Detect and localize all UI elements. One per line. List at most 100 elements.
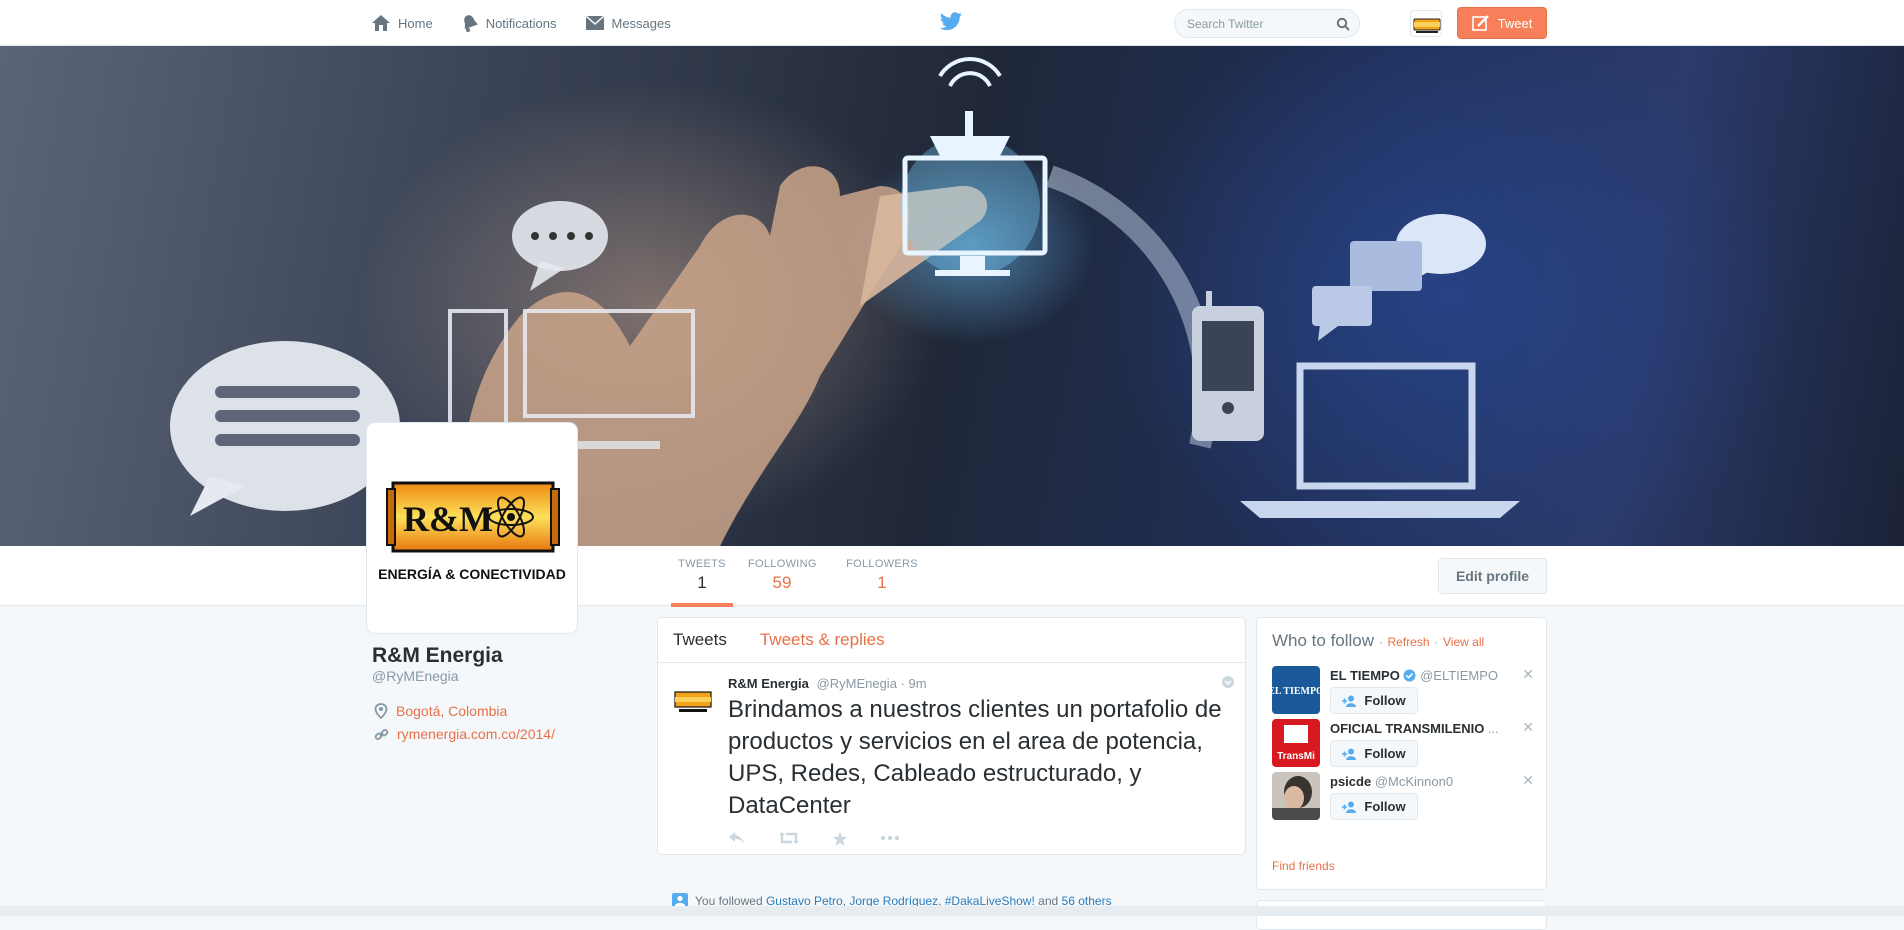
suggestion-item: psicde @McKinnon0 ✕ Follow — [1272, 772, 1537, 822]
suggestion-name-text: OFICIAL TRANSMILENIO — [1330, 721, 1485, 736]
stat-following[interactable]: FOLLOWING 59 — [748, 558, 816, 593]
star-icon — [833, 832, 847, 846]
psicde-avatar — [1272, 772, 1320, 820]
link-icon — [374, 728, 389, 740]
nav-home[interactable]: Home — [371, 14, 433, 32]
tab-tweets-and-replies[interactable]: Tweets & replies — [760, 630, 885, 650]
transmilenio-avatar: TransMi — [1272, 719, 1320, 767]
dismiss-suggestion-icon[interactable]: ✕ — [1522, 666, 1534, 683]
stat-tweets-label: TWEETS — [678, 558, 726, 570]
suggestion-name[interactable]: OFICIAL TRANSMILENIO ... — [1330, 721, 1515, 736]
ellipsis-icon — [880, 835, 900, 841]
profile-nav-bar: TWEETS 1 FOLLOWING 59 FOLLOWERS 1 — [0, 546, 1904, 607]
who-to-follow-card: Who to follow · Refresh · View all EL TI… — [1256, 617, 1547, 890]
envelope-icon — [585, 15, 604, 30]
top-navigation-bar: Home Notifications Messages Tweet — [0, 0, 1904, 46]
reply-icon — [729, 832, 744, 844]
separator-dot: · — [1378, 635, 1383, 649]
search-icon[interactable] — [1336, 17, 1350, 31]
rm-logo-small — [674, 691, 712, 712]
profile-header-image — [0, 46, 1904, 546]
tweet-author-handle[interactable]: @RyMEnegia — [817, 676, 897, 691]
stat-tweets[interactable]: TWEETS 1 — [671, 558, 733, 607]
follow-button[interactable]: Follow — [1330, 740, 1418, 767]
account-avatar[interactable] — [1410, 10, 1442, 37]
suggestion-avatar[interactable]: EL TIEMPO — [1272, 666, 1320, 714]
logo-subtext: ENERGÍA & CONECTIVIDAD — [378, 566, 566, 582]
nav-messages-label: Messages — [611, 15, 671, 31]
separator-dot: · — [1434, 635, 1439, 649]
dismiss-suggestion-icon[interactable]: ✕ — [1522, 719, 1534, 736]
nav-notifications[interactable]: Notifications — [461, 14, 557, 32]
primary-nav: Home Notifications Messages — [371, 0, 699, 46]
tab-tweets[interactable]: Tweets — [673, 630, 727, 650]
profile-name[interactable]: R&M Energia — [372, 644, 503, 668]
suggestion-avatar[interactable] — [1272, 772, 1320, 820]
rm-energia-logo: R&M ENERGÍA & CONECTIVIDAD — [378, 481, 566, 582]
profile-location-text[interactable]: Bogotá, Colombia — [396, 703, 507, 719]
who-to-follow-title: Who to follow — [1272, 631, 1375, 650]
find-friends-link[interactable]: Find friends — [1272, 859, 1335, 873]
favorite-button[interactable] — [832, 831, 848, 847]
nav-messages[interactable]: Messages — [585, 15, 671, 31]
suggestion-avatar[interactable]: TransMi — [1272, 719, 1320, 767]
tweet-timestamp[interactable]: · 9m — [901, 676, 927, 691]
suggestion-name[interactable]: psicde @McKinnon0 — [1330, 774, 1515, 789]
search-input[interactable] — [1175, 10, 1325, 37]
stat-followers-value: 1 — [877, 573, 887, 592]
edit-profile-button[interactable]: Edit profile — [1438, 558, 1547, 594]
rm-logo-mini — [1413, 18, 1441, 33]
nav-notifications-label: Notifications — [485, 15, 557, 31]
tweet-author-avatar[interactable] — [673, 680, 713, 720]
tweet-actions — [728, 831, 1230, 847]
retweet-icon — [779, 832, 799, 844]
compose-tweet-button[interactable]: Tweet — [1457, 7, 1547, 39]
tweet-text: Brindamos a nuestros clientes un portafo… — [728, 696, 1222, 819]
add-user-icon — [1342, 748, 1357, 760]
twitter-bird-icon[interactable] — [939, 12, 963, 32]
avatar-text: TransMi — [1277, 751, 1315, 762]
stat-following-label: FOLLOWING — [748, 558, 817, 570]
stat-following-value: 59 — [772, 573, 792, 592]
stat-tweets-value: 1 — [697, 573, 707, 592]
reply-button[interactable] — [728, 831, 746, 847]
bell-icon — [463, 15, 478, 32]
refresh-link[interactable]: Refresh — [1388, 635, 1430, 649]
follow-button[interactable]: Follow — [1330, 793, 1418, 820]
follow-button[interactable]: Follow — [1330, 687, 1418, 714]
suggestion-item: EL TIEMPO EL TIEMPO @ELTIEMPO ✕ Follow — [1272, 666, 1537, 716]
timeline-card: Tweets Tweets & replies R&M Energia @RyM… — [657, 617, 1246, 855]
add-user-icon — [1342, 801, 1357, 813]
nav-home-label: Home — [398, 15, 433, 31]
el-tiempo-avatar: EL TIEMPO — [1272, 666, 1320, 714]
suggestion-item: TransMi OFICIAL TRANSMILENIO ... ✕ Follo… — [1272, 719, 1537, 769]
retweet-button[interactable] — [778, 831, 800, 847]
profile-avatar[interactable]: R&M ENERGÍA & CONECTIVIDAD — [367, 423, 577, 633]
dismiss-suggestion-icon[interactable]: ✕ — [1522, 772, 1534, 789]
verified-badge-icon — [1403, 669, 1416, 682]
suggestion-handle: @McKinnon0 — [1374, 774, 1454, 789]
follow-button-label: Follow — [1364, 799, 1406, 814]
suggestion-name[interactable]: EL TIEMPO @ELTIEMPO — [1330, 668, 1515, 683]
who-to-follow-header: Who to follow · Refresh · View all — [1272, 631, 1484, 651]
profile-handle: @RyMEnegia — [372, 668, 459, 684]
more-options-button[interactable] — [880, 831, 900, 847]
view-all-link[interactable]: View all — [1443, 635, 1484, 649]
timeline-tabs: Tweets Tweets & replies — [658, 618, 1245, 663]
header-illustration — [170, 57, 1520, 546]
suggestion-handle: @ELTIEMPO — [1420, 668, 1499, 683]
suggestion-name-text: psicde — [1330, 774, 1372, 789]
tweet-header: R&M Energia @RyMEnegia · 9m — [728, 676, 1230, 691]
tweet-author-name[interactable]: R&M Energia — [728, 676, 809, 691]
add-user-icon — [1342, 695, 1357, 707]
home-icon — [372, 15, 390, 31]
tweet-item[interactable]: R&M Energia @RyMEnegia · 9m Brindamos a … — [658, 663, 1245, 853]
stat-followers[interactable]: FOLLOWERS 1 — [846, 558, 918, 593]
profile-website-link[interactable]: rymenergia.com.co/2014/ — [397, 726, 555, 742]
follow-button-label: Follow — [1364, 693, 1406, 708]
logo-text: R&M — [403, 499, 493, 539]
suggestion-name-text: EL TIEMPO — [1330, 668, 1400, 683]
compose-tweet-label: Tweet — [1497, 15, 1533, 31]
tweet-dropdown-icon[interactable] — [1221, 675, 1235, 689]
compose-icon — [1471, 15, 1489, 31]
